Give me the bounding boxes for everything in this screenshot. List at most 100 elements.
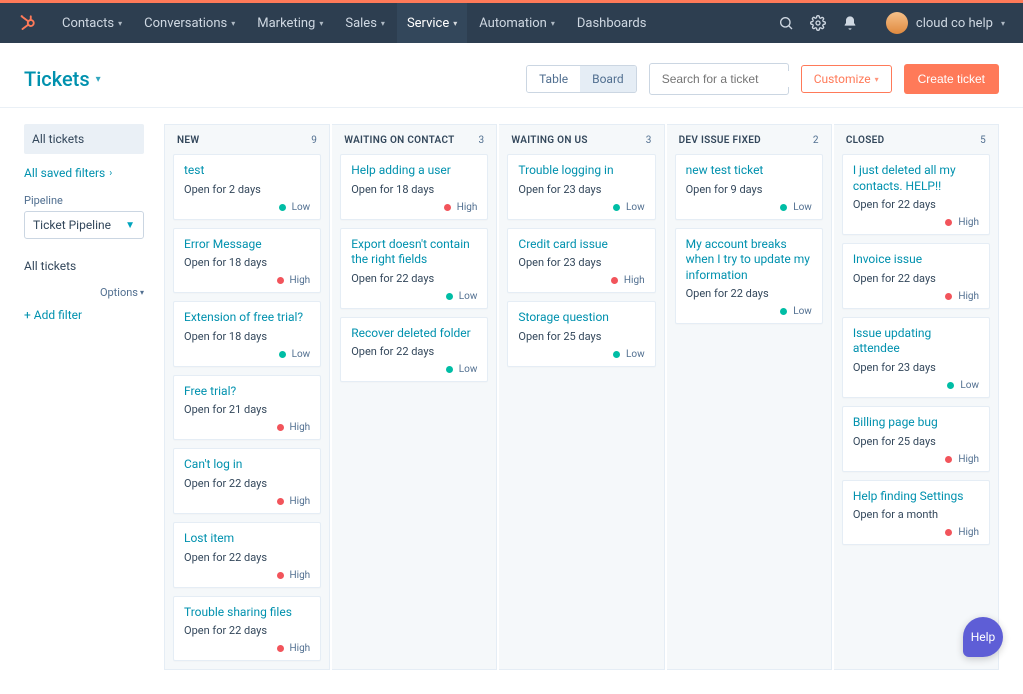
priority-dot-icon <box>277 572 284 579</box>
priority-dot-icon <box>945 529 952 536</box>
top-navbar: Contacts▾Conversations▾Marketing▾Sales▾S… <box>0 3 1023 43</box>
ticket-age: Open for 25 days <box>853 435 979 448</box>
tab-all-tickets[interactable]: All tickets <box>24 124 144 154</box>
ticket-card[interactable]: Free trial?Open for 21 daysHigh <box>173 375 321 441</box>
priority-dot-icon <box>277 498 284 505</box>
search-input[interactable] <box>660 71 819 87</box>
ticket-card[interactable]: Invoice issueOpen for 22 daysHigh <box>842 243 990 309</box>
column-header: CLOSED5 <box>834 125 998 154</box>
pipeline-value: Ticket Pipeline <box>33 218 111 232</box>
kanban-board: NEW9testOpen for 2 daysLowError MessageO… <box>164 124 999 670</box>
nav-item-automation[interactable]: Automation▾ <box>469 3 565 43</box>
nav-item-marketing[interactable]: Marketing▾ <box>247 3 333 43</box>
ticket-age: Open for 22 days <box>351 272 477 285</box>
nav-item-label: Automation <box>479 16 547 31</box>
priority-dot-icon <box>277 424 284 431</box>
ticket-age: Open for 22 days <box>184 624 310 637</box>
ticket-age: Open for 22 days <box>351 345 477 358</box>
priority-dot-icon <box>277 277 284 284</box>
priority-dot-icon <box>613 351 620 358</box>
ticket-footer: High <box>184 422 310 433</box>
table-view-button[interactable]: Table <box>527 66 580 92</box>
ticket-title: I just deleted all my contacts. HELP!! <box>853 163 979 194</box>
priority-dot-icon <box>279 204 286 211</box>
priority-label: High <box>958 527 979 538</box>
ticket-footer: High <box>184 570 310 581</box>
priority-dot-icon <box>277 645 284 652</box>
chevron-down-icon: ▾ <box>381 19 385 28</box>
chevron-down-icon: ▾ <box>1001 19 1005 28</box>
column-count: 3 <box>646 135 652 146</box>
ticket-card[interactable]: Trouble logging inOpen for 23 daysLow <box>507 154 655 220</box>
ticket-card[interactable]: Help finding SettingsOpen for a monthHig… <box>842 480 990 546</box>
ticket-card[interactable]: My account breaks when I try to update m… <box>675 228 823 325</box>
hubspot-logo-icon[interactable] <box>18 14 36 32</box>
column-header: DEV ISSUE FIXED2 <box>667 125 831 154</box>
options-dropdown[interactable]: Options ▾ <box>100 286 144 299</box>
page-subheader: Tickets ▾ Table Board Customize ▾ Create… <box>0 43 1023 108</box>
nav-item-label: Service <box>407 16 449 31</box>
ticket-card[interactable]: Credit card issueOpen for 23 daysHigh <box>507 228 655 294</box>
ticket-card[interactable]: Can't log inOpen for 22 daysHigh <box>173 448 321 514</box>
options-label: Options <box>100 286 138 299</box>
ticket-title: Error Message <box>184 237 310 253</box>
ticket-card[interactable]: Export doesn't contain the right fieldsO… <box>340 228 488 309</box>
column-count: 3 <box>478 135 484 146</box>
create-ticket-button[interactable]: Create ticket <box>904 64 999 94</box>
column-title: WAITING ON CONTACT <box>344 135 454 146</box>
chevron-down-icon: ▾ <box>231 19 235 28</box>
ticket-card[interactable]: Storage questionOpen for 25 daysLow <box>507 301 655 367</box>
column-title: WAITING ON US <box>511 135 587 146</box>
chevron-down-icon: ▾ <box>140 288 144 297</box>
filter-heading: All tickets <box>24 259 76 273</box>
ticket-search[interactable] <box>649 63 789 95</box>
nav-item-conversations[interactable]: Conversations▾ <box>134 3 245 43</box>
nav-item-label: Sales <box>345 16 377 31</box>
ticket-age: Open for 9 days <box>686 183 812 196</box>
ticket-card[interactable]: Help adding a userOpen for 18 daysHigh <box>340 154 488 220</box>
notifications-bell-icon[interactable] <box>842 15 858 31</box>
nav-item-sales[interactable]: Sales ▾ <box>335 3 395 43</box>
add-filter-button[interactable]: + Add filter <box>24 308 82 322</box>
main-content: All tickets All saved filters › Pipeline… <box>0 108 1023 694</box>
ticket-card[interactable]: I just deleted all my contacts. HELP!!Op… <box>842 154 990 235</box>
ticket-card[interactable]: new test ticketOpen for 9 daysLow <box>675 154 823 220</box>
chevron-down-icon: ▾ <box>118 19 122 28</box>
ticket-card[interactable]: Billing page bugOpen for 25 daysHigh <box>842 406 990 472</box>
ticket-age: Open for 23 days <box>518 183 644 196</box>
ticket-footer: Low <box>351 291 477 302</box>
chevron-down-icon: ▼ <box>125 220 135 231</box>
priority-label: Low <box>459 291 478 302</box>
ticket-title: Help finding Settings <box>853 489 979 505</box>
nav-item-contacts[interactable]: Contacts ▾ <box>52 3 132 43</box>
ticket-age: Open for 18 days <box>351 183 477 196</box>
page-title-dropdown[interactable]: Tickets ▾ <box>24 67 101 91</box>
ticket-footer: Low <box>853 380 979 391</box>
ticket-card[interactable]: Recover deleted folderOpen for 22 daysLo… <box>340 317 488 383</box>
ticket-age: Open for 25 days <box>518 330 644 343</box>
ticket-title: Invoice issue <box>853 252 979 268</box>
board-view-button[interactable]: Board <box>580 66 636 92</box>
nav-item-label: Contacts <box>62 16 114 31</box>
subheader-actions: Table Board Customize ▾ Create ticket <box>526 63 999 95</box>
customize-button[interactable]: Customize ▾ <box>801 65 892 93</box>
saved-filters-link[interactable]: All saved filters › <box>24 166 112 180</box>
ticket-card[interactable]: Issue updating attendeeOpen for 23 daysL… <box>842 317 990 398</box>
ticket-card[interactable]: Lost itemOpen for 22 daysHigh <box>173 522 321 588</box>
nav-item-service[interactable]: Service▾ <box>397 3 467 43</box>
pipeline-select[interactable]: Ticket Pipeline ▼ <box>24 211 144 239</box>
ticket-title: Lost item <box>184 531 310 547</box>
search-icon[interactable] <box>778 15 794 31</box>
ticket-card[interactable]: Extension of free trial?Open for 18 days… <box>173 301 321 367</box>
ticket-age: Open for 18 days <box>184 256 310 269</box>
priority-label: High <box>290 496 311 507</box>
settings-gear-icon[interactable] <box>810 15 826 31</box>
ticket-card[interactable]: Trouble sharing filesOpen for 22 daysHig… <box>173 596 321 662</box>
ticket-card[interactable]: Error MessageOpen for 18 daysHigh <box>173 228 321 294</box>
board-column: NEW9testOpen for 2 daysLowError MessageO… <box>164 124 330 670</box>
help-widget[interactable]: Help <box>963 617 1003 657</box>
column-count: 2 <box>813 135 819 146</box>
nav-item-dashboards[interactable]: Dashboards <box>567 3 657 43</box>
ticket-card[interactable]: testOpen for 2 daysLow <box>173 154 321 220</box>
account-menu[interactable]: cloud co help ▾ <box>874 12 1005 34</box>
